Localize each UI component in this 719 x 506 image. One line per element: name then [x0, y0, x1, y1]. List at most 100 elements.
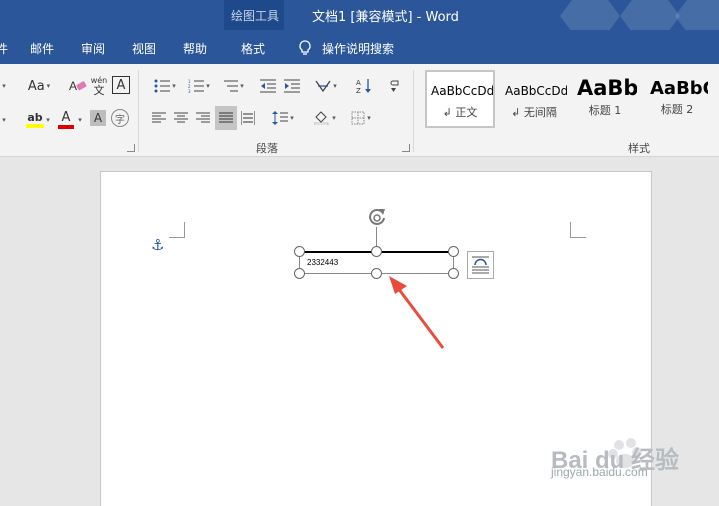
- style-normal[interactable]: AaBbCcDd ↲ 正文: [425, 70, 495, 128]
- sort-button[interactable]: AZ: [354, 76, 374, 96]
- font-color-label: A: [61, 109, 71, 125]
- font-color-button[interactable]: A: [56, 108, 76, 130]
- style-heading-2[interactable]: AaBbC 标题 2: [642, 70, 712, 128]
- document-title: 文档1 [兼容模式] - Word: [312, 10, 459, 25]
- character-shading-button[interactable]: A: [90, 110, 106, 126]
- style-sample: AaBbCcDd: [505, 84, 567, 98]
- tab-file-partial[interactable]: 件: [0, 40, 8, 57]
- increase-indent-icon: [284, 79, 300, 93]
- decorative-hexagon: [620, 0, 680, 30]
- align-right-icon: [196, 112, 210, 123]
- tab-review[interactable]: 审阅: [81, 40, 105, 57]
- sort-icon: AZ: [356, 79, 371, 94]
- resize-handle-top-right[interactable]: [448, 246, 459, 257]
- phonetic-guide-button[interactable]: wén 文: [90, 74, 108, 98]
- tab-view[interactable]: 视图: [132, 40, 156, 57]
- anchor-icon[interactable]: ⚓: [151, 236, 164, 254]
- font-color-swatch: [58, 124, 74, 129]
- paragraph-dialog-launcher[interactable]: [402, 144, 410, 152]
- highlight-label: ab: [27, 110, 43, 124]
- decrease-indent-icon: [260, 79, 276, 93]
- dropdown-caret[interactable]: ▾: [0, 76, 8, 96]
- style-heading-1[interactable]: AaBb 标题 1: [570, 70, 640, 128]
- watermark-url: jingyan.baidu.com: [551, 465, 648, 479]
- margin-corner-top-left: [169, 222, 185, 238]
- resize-handle-top-left[interactable]: [294, 246, 305, 257]
- style-no-spacing[interactable]: AaBbCcDd ↲ 无间隔: [499, 70, 569, 128]
- svg-text:Z: Z: [356, 87, 361, 94]
- svg-text:A: A: [356, 79, 361, 87]
- bullet-list-icon: [154, 79, 171, 93]
- line-spacing-button[interactable]: ▾: [268, 108, 298, 128]
- align-left-button[interactable]: [150, 108, 168, 128]
- tab-help[interactable]: 帮助: [183, 40, 207, 57]
- styles-group-label: 样式: [628, 142, 650, 155]
- margin-corner-top-right: [570, 222, 586, 238]
- style-sample: AaBb: [577, 76, 637, 100]
- decorative-hexagon: [560, 0, 620, 30]
- dropdown-caret[interactable]: ▾: [0, 110, 8, 130]
- context-tool-title: 绘图工具: [231, 9, 280, 23]
- dropdown-caret[interactable]: ▾: [42, 110, 52, 130]
- distributed-icon: [241, 111, 255, 125]
- eraser-icon: A: [69, 79, 87, 93]
- tell-me-search[interactable]: 操作说明搜索: [298, 38, 394, 58]
- style-name: 标题 1: [588, 104, 622, 117]
- rotate-handle-icon[interactable]: [366, 206, 388, 228]
- chinese-layout-icon: [315, 80, 331, 93]
- multilevel-list-icon: [224, 80, 239, 92]
- layout-options-icon: [472, 256, 489, 274]
- dropdown-caret[interactable]: ▾: [74, 110, 84, 130]
- paint-bucket-icon: [314, 111, 329, 125]
- font-dialog-launcher[interactable]: [127, 144, 135, 152]
- decrease-indent-button[interactable]: [258, 76, 278, 96]
- title-bar: 绘图工具 文档1 [兼容模式] - Word: [0, 0, 719, 30]
- group-divider: [413, 70, 414, 152]
- clear-formatting-button[interactable]: A: [68, 76, 88, 96]
- red-arrow-annotation: [389, 276, 445, 349]
- line-spacing-icon: [272, 111, 289, 125]
- borders-button[interactable]: ▾: [346, 108, 376, 128]
- multilevel-list-button[interactable]: ▾: [218, 76, 248, 96]
- character-border-button[interactable]: A: [112, 76, 130, 94]
- tell-me-label: 操作说明搜索: [322, 41, 395, 56]
- phonetic-bottom: 文: [93, 84, 105, 97]
- svg-text:3: 3: [188, 89, 191, 93]
- group-divider: [138, 70, 139, 152]
- lightbulb-icon: [299, 40, 311, 55]
- increase-indent-button[interactable]: [282, 76, 302, 96]
- decorative-hexagon: [675, 0, 719, 30]
- tab-format[interactable]: 格式: [241, 40, 265, 57]
- change-case-button[interactable]: Aa ▾: [22, 76, 56, 96]
- ribbon-tabs: 件 邮件 审阅 视图 帮助 格式 操作说明搜索: [0, 30, 719, 64]
- paragraph-group-label: 段落: [256, 142, 278, 155]
- numbered-list-icon: 123: [188, 79, 205, 93]
- distributed-button[interactable]: [239, 108, 257, 128]
- ribbon: ▾ Aa▾ A wén 文 A ▾ ab ▾ A ▾ A 字 ▾ 123 ▾: [0, 64, 719, 157]
- shading-button[interactable]: ▾: [310, 108, 340, 128]
- resize-handle-bottom-left[interactable]: [294, 268, 305, 279]
- style-sample: AaBbC: [650, 78, 708, 99]
- tab-mailings[interactable]: 邮件: [30, 40, 54, 57]
- chinese-layout-button[interactable]: ▾: [312, 76, 340, 96]
- paragraph-mark-icon: [390, 80, 399, 92]
- align-center-button[interactable]: [172, 108, 190, 128]
- borders-icon: [351, 111, 365, 125]
- bullets-button[interactable]: ▾: [150, 76, 180, 96]
- resize-handle-top[interactable]: [371, 246, 382, 257]
- align-right-button[interactable]: [194, 108, 212, 128]
- numbering-button[interactable]: 123 ▾: [184, 76, 214, 96]
- align-left-icon: [152, 112, 166, 123]
- style-name: 标题 2: [660, 103, 694, 116]
- text-box-content[interactable]: 2332443: [307, 258, 338, 267]
- justify-icon: [219, 112, 233, 123]
- layout-options-button[interactable]: [467, 251, 494, 279]
- svg-text:A: A: [69, 79, 77, 93]
- show-hide-marks-button[interactable]: [386, 76, 404, 96]
- align-center-icon: [174, 112, 188, 123]
- change-case-label: Aa: [27, 78, 45, 94]
- style-name: ↲ 正文: [442, 106, 478, 119]
- justify-button[interactable]: [215, 106, 237, 130]
- enclose-characters-button[interactable]: 字: [111, 109, 129, 127]
- style-sample: AaBbCcDd: [431, 84, 493, 98]
